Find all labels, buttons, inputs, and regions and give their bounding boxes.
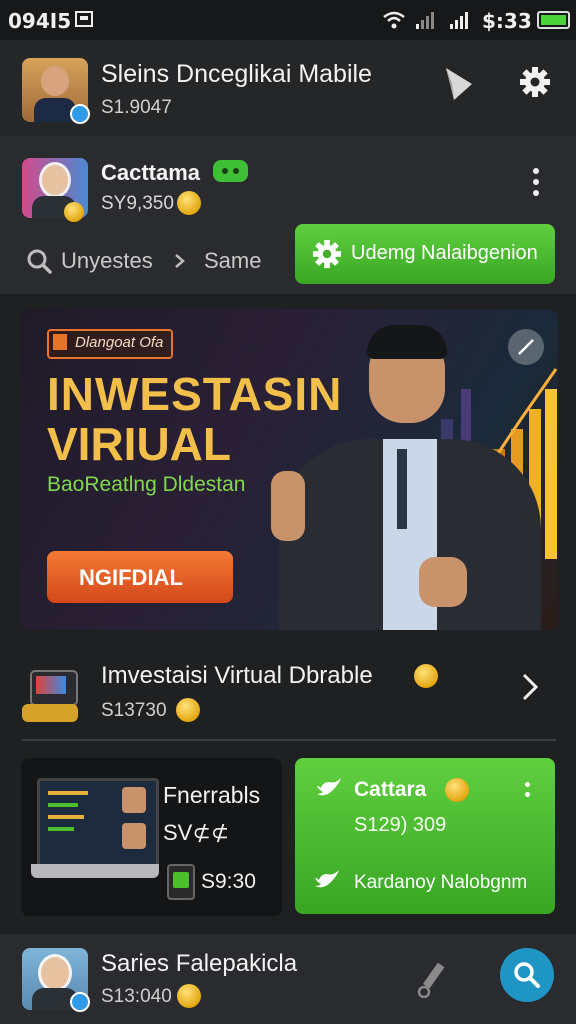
coin-emoji-icon	[414, 664, 438, 688]
phone-icon	[167, 864, 195, 900]
send-icon[interactable]	[442, 66, 474, 102]
status-time: 094I5	[8, 9, 72, 33]
coin-emoji-icon	[177, 984, 201, 1008]
chat-status-icon	[213, 160, 248, 182]
person-illustration	[279, 439, 541, 630]
card-right-link[interactable]: Kardanoy Nalobgnm	[354, 872, 527, 894]
wallet-coins-icon	[22, 670, 78, 722]
card-right-value: S129) 309	[354, 814, 447, 836]
update-button-label: Udemg Nalaibgenion	[351, 242, 538, 264]
tag-icon	[53, 334, 67, 350]
notification-icon	[75, 11, 93, 27]
investment-row[interactable]: Imvestaisi Virtual Dbrable S13730	[20, 650, 556, 730]
profile-balance: SY9,350	[101, 193, 174, 214]
header-title: Sleins Dnceglikai Mabile	[101, 60, 372, 88]
hero-banner[interactable]: Dlangoat Ofa INWESTASIN VIRIUAL BaoReatl…	[21, 309, 558, 630]
chevron-right-icon	[175, 254, 185, 268]
wifi-icon	[383, 11, 405, 29]
card-right-title: Cattara	[354, 778, 427, 801]
hero-cta-label: NGIFDIAL	[79, 565, 183, 590]
search-icon	[514, 962, 540, 988]
more-options-icon[interactable]	[530, 168, 542, 202]
hero-title-line1: INWESTASIN	[47, 368, 343, 420]
verified-badge-icon	[70, 104, 90, 124]
card-left-subtitle: SV⊄⊄	[163, 820, 230, 845]
investment-value: S13730	[101, 700, 167, 721]
update-button[interactable]: Udemg Nalaibgenion	[295, 224, 555, 284]
header-balance: S1.9047	[101, 97, 172, 118]
battery-icon	[537, 11, 570, 29]
card-right[interactable]: Cattara S129) 309 Kardanoy Nalobgnm	[295, 758, 555, 914]
investment-title: Imvestaisi Virtual Dbrable	[101, 662, 373, 689]
card-left[interactable]: Fnerrabls SV⊄⊄ S9:30	[21, 758, 282, 916]
profile-name: Cacttama	[101, 160, 201, 185]
card-left-value: S9:30	[201, 870, 256, 893]
coin-stack-icon	[64, 202, 84, 222]
signal-icon	[416, 12, 434, 29]
banner-close-icon[interactable]	[508, 329, 544, 365]
search-fab-button[interactable]	[500, 948, 554, 1002]
divider	[22, 739, 556, 741]
person-face	[367, 325, 447, 423]
breadcrumb-next[interactable]: Same	[204, 248, 261, 274]
thumbs-up-left	[271, 471, 305, 541]
thumbs-up-right	[419, 557, 467, 607]
verified-badge-icon	[70, 992, 90, 1012]
hero-cta-button[interactable]: NGIFDIAL	[47, 551, 233, 603]
status-clock: $:33	[482, 9, 532, 33]
search-icon[interactable]	[26, 248, 52, 274]
hero-title-line2: VIRIUAL	[47, 418, 231, 470]
bottom-name: Saries Falepakicla	[101, 950, 298, 977]
app-header: Sleins Dnceglikai Mabile S1.9047	[0, 40, 576, 136]
hero-tag-label: Dlangoat Ofa	[75, 334, 164, 351]
hero-subtitle: BaoReatlng Dldestan	[47, 473, 246, 496]
more-options-icon[interactable]	[523, 782, 531, 808]
coin-emoji-icon	[445, 778, 469, 802]
bird-icon-2	[315, 870, 339, 888]
breadcrumb-current[interactable]: Unyestes	[61, 248, 153, 274]
card-left-title: Fnerrabls	[163, 782, 261, 808]
coin-emoji-icon-2	[176, 698, 200, 722]
settings-gear-icon[interactable]	[519, 66, 551, 98]
profile-section: Cacttama SY9,350 Unyestes Same Udemg Nal…	[0, 136, 576, 294]
coin-emoji-icon	[177, 191, 201, 215]
gear-icon	[312, 239, 342, 269]
hero-tag: Dlangoat Ofa	[47, 329, 174, 359]
chevron-right-icon[interactable]	[520, 672, 540, 702]
bottom-bar: Saries Falepakicla S13:040	[0, 934, 576, 1024]
bottom-balance: S13:040	[101, 986, 172, 1007]
laptop-dashboard-icon	[31, 778, 159, 886]
signal-icon-2	[450, 12, 468, 29]
status-bar: 094I5 $:33	[0, 0, 576, 40]
pencil-tool-icon[interactable]	[416, 962, 446, 998]
bird-icon	[317, 778, 341, 796]
